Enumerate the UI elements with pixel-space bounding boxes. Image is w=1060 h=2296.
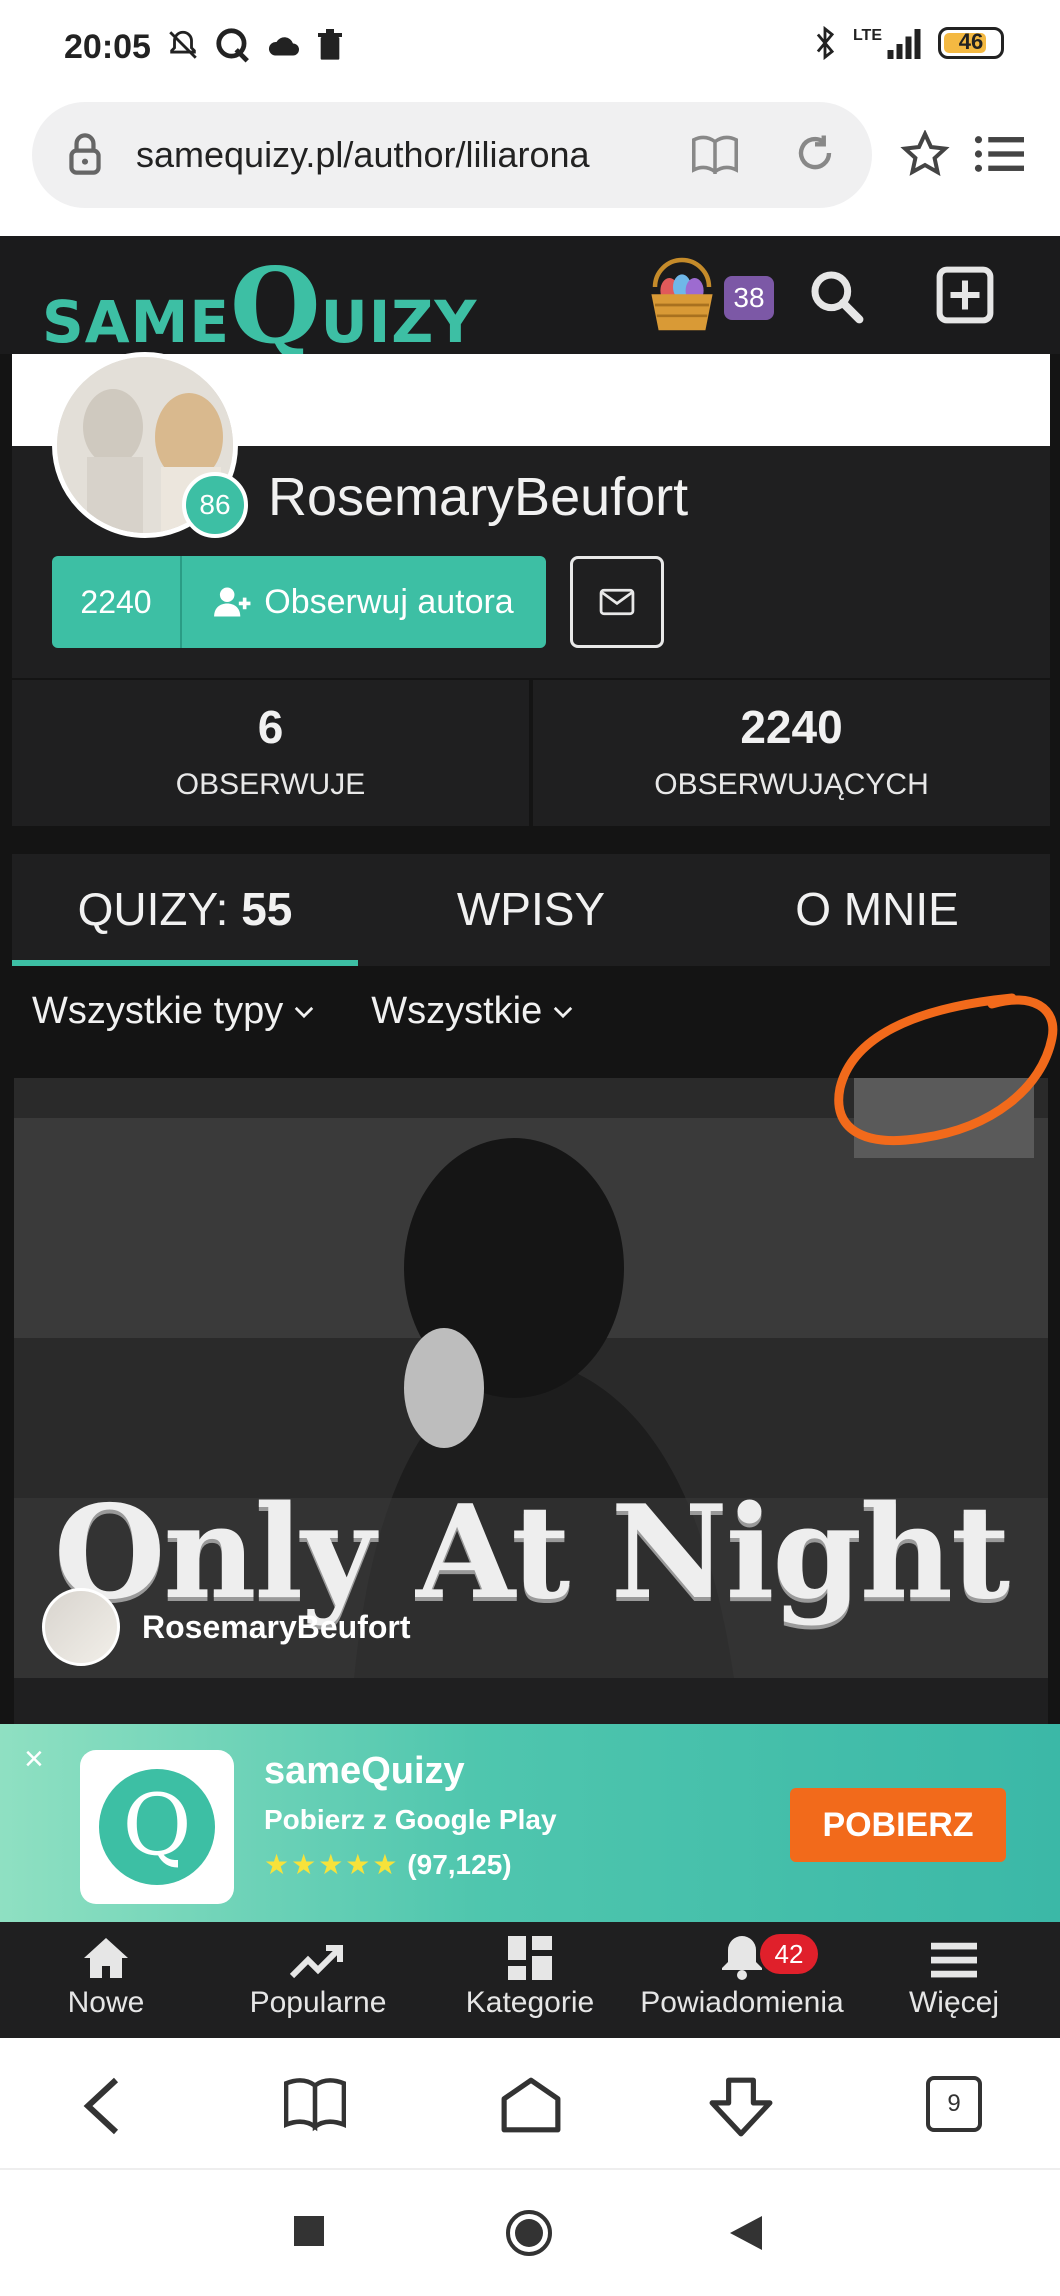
basket-count-badge: 38 (724, 276, 774, 320)
quizy-q-icon (216, 28, 249, 63)
app-rating: ★★★★★ (97,125) (264, 1848, 512, 1881)
home-page-icon[interactable] (500, 2076, 562, 2134)
samequizy-app-icon: Q (80, 1750, 234, 1904)
signal-icon (887, 29, 921, 59)
home-icon (84, 1938, 128, 1978)
download-button[interactable]: POBIERZ (790, 1788, 1006, 1862)
bookmark-star-icon[interactable] (900, 130, 950, 178)
address-bar[interactable]: samequizy.pl/author/liliarona (32, 102, 872, 208)
download-arrow-icon[interactable] (708, 2076, 774, 2138)
follow-author-button[interactable]: Obserwuj autora (180, 556, 546, 648)
nav-notifications[interactable]: Powiadomienia 42 (636, 1922, 848, 2038)
status-bar: 20:05 LTE 46 (0, 0, 1060, 100)
grid-icon (508, 1936, 552, 1980)
site-header: SAMEQUIZY 38 (0, 236, 1060, 367)
add-quiz-icon[interactable] (936, 266, 994, 324)
stat-followers[interactable]: 2240 OBSERWUJĄCYCH (533, 680, 1050, 826)
envelope-icon (599, 588, 635, 616)
url-text[interactable]: samequizy.pl/author/liliarona (136, 134, 590, 176)
annotation-circle (834, 993, 1058, 1146)
browser-address-row: samequizy.pl/author/liliarona (0, 100, 1060, 236)
tab-switcher-button[interactable]: 9 (926, 2076, 982, 2132)
user-plus-icon (214, 587, 251, 617)
app-name: sameQuizy (264, 1750, 465, 1792)
browser-menu-icon[interactable] (974, 134, 1024, 174)
bookmarks-icon[interactable] (284, 2076, 346, 2132)
profile-tabs: QUIZY: 55 WPISY O MNIE (12, 854, 1050, 966)
level-badge: 86 (182, 472, 248, 538)
tab-posts[interactable]: WPISY (358, 854, 704, 966)
site-bottom-nav: Nowe Popularne Kategorie Powiadomienia 4… (0, 1922, 1060, 2038)
bell-off-icon (169, 30, 197, 59)
trending-icon (290, 1945, 343, 1979)
app-q-logo: Q (99, 1769, 215, 1885)
message-button[interactable] (570, 556, 664, 648)
nav-categories[interactable]: Kategorie (424, 1922, 636, 2038)
trash-icon (318, 29, 342, 60)
back-triangle-icon[interactable] (728, 2214, 764, 2252)
quiz-author-name: RosemaryBeufort (142, 1608, 411, 1645)
follow-author-label: Obserwuj autora (264, 582, 514, 621)
quiz-author[interactable]: RosemaryBeufort (42, 1588, 411, 1666)
quiz-card-caption (14, 1678, 1048, 1724)
app-subtitle: Pobierz z Google Play (264, 1804, 557, 1835)
browser-toolbar: 9 (0, 2038, 1060, 2170)
chevron-down-icon (295, 1006, 314, 1018)
status-time: 20:05 (64, 28, 151, 66)
stat-following[interactable]: 6 OBSERWUJE (12, 680, 529, 826)
network-type: LTE (852, 27, 882, 44)
notification-count-badge: 42 (760, 1934, 818, 1974)
scope-filter-dropdown[interactable]: Wszystkie (371, 990, 574, 1033)
author-avatar (42, 1588, 120, 1666)
nav-more[interactable]: Więcej (848, 1922, 1060, 2038)
easter-basket-icon[interactable] (646, 254, 718, 338)
system-navigation-bar (0, 2172, 1060, 2296)
battery-level: 46 (958, 29, 984, 54)
rating-stars: ★★★★★ (264, 1849, 400, 1880)
app-install-banner: × Q sameQuizy Pobierz z Google Play ★★★★… (0, 1724, 1060, 1922)
type-filter-dropdown[interactable]: Wszystkie typy (32, 990, 315, 1033)
nav-popular[interactable]: Popularne (212, 1922, 424, 2038)
tab-quizzes[interactable]: QUIZY: 55 (12, 854, 358, 966)
tab-about[interactable]: O MNIE (704, 854, 1050, 966)
reload-icon[interactable] (794, 132, 836, 174)
bluetooth-icon (816, 26, 835, 60)
reader-mode-icon[interactable] (692, 134, 738, 174)
bell-icon (722, 1936, 762, 1980)
nav-new[interactable]: Nowe (0, 1922, 212, 2038)
follow-button-group: 2240 Obserwuj autora (52, 556, 546, 648)
profile-page: 86 RosemaryBeufort 2240 Obserwuj autora … (0, 352, 1060, 1724)
recents-icon[interactable] (294, 2216, 324, 2246)
back-icon[interactable] (82, 2076, 122, 2136)
cloud-icon (268, 37, 299, 56)
chevron-down-icon (554, 1006, 573, 1018)
hamburger-icon (931, 1942, 977, 1978)
battery-indicator: 46 (938, 27, 1004, 59)
search-icon[interactable] (808, 268, 864, 324)
quiz-filters: Wszystkie typy Wszystkie (32, 990, 574, 1033)
lock-icon (69, 133, 101, 175)
follower-count-button[interactable]: 2240 (52, 556, 180, 648)
close-icon[interactable]: × (24, 1740, 44, 1779)
profile-username: RosemaryBeufort (268, 467, 689, 527)
samequizy-logo[interactable]: SAMEQUIZY (42, 244, 477, 367)
rating-count: (97,125) (407, 1849, 512, 1880)
home-circle-icon[interactable] (504, 2208, 554, 2258)
profile-stats: 6 OBSERWUJE 2240 OBSERWUJĄCYCH (12, 680, 1050, 826)
